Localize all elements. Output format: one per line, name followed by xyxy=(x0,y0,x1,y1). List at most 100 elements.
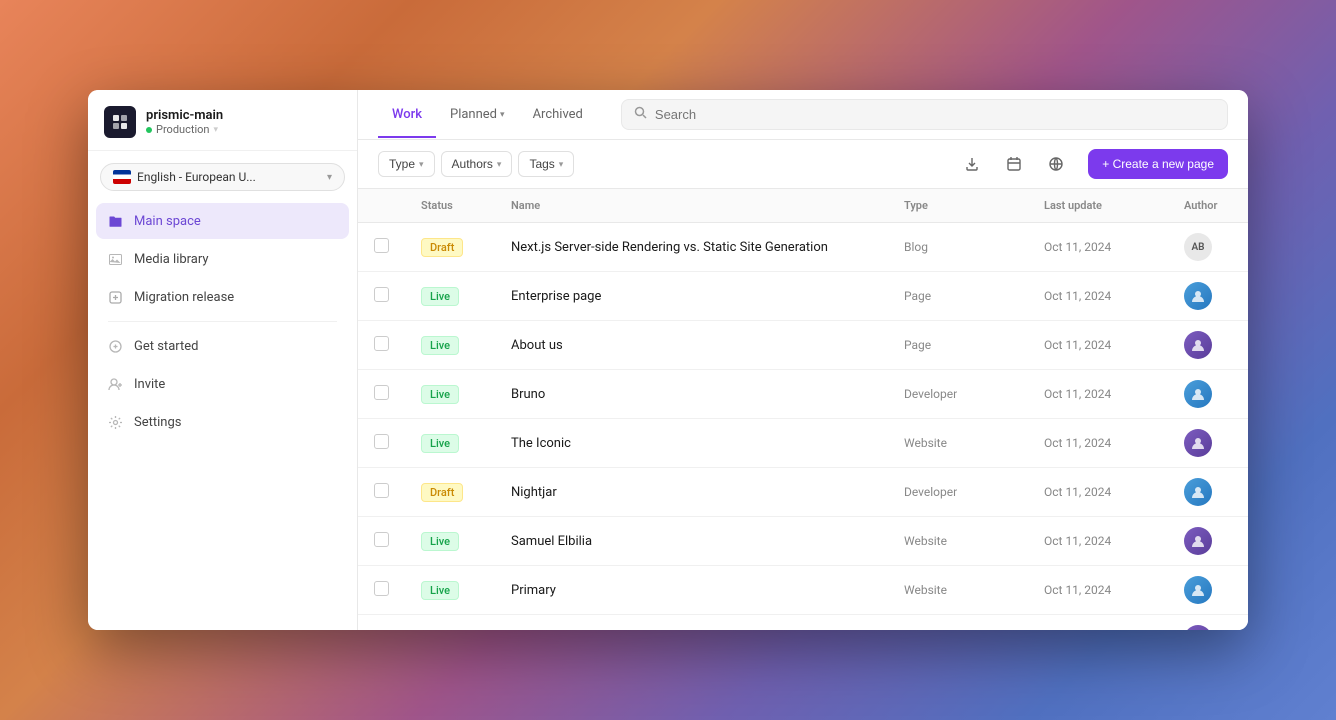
row-checkbox[interactable] xyxy=(374,385,389,400)
box-icon xyxy=(106,288,124,306)
app-window: prismic-main Production ▾ English - Euro… xyxy=(88,90,1248,630)
status-badge: Live xyxy=(421,287,459,306)
sidebar-item-label: Settings xyxy=(134,415,181,430)
sidebar-item-get-started[interactable]: Get started xyxy=(96,328,349,364)
workspace-name: prismic-main xyxy=(146,108,223,123)
status-badge: Live xyxy=(421,434,459,453)
calendar-icon[interactable] xyxy=(998,148,1030,180)
flag-icon xyxy=(113,170,131,184)
name-cell[interactable]: The Iconic xyxy=(495,419,888,468)
author-cell xyxy=(1168,370,1248,419)
name-cell[interactable]: About us xyxy=(495,321,888,370)
avatar xyxy=(1184,478,1212,506)
row-checkbox-cell xyxy=(358,468,405,517)
name-cell[interactable]: Primary xyxy=(495,566,888,615)
avatar xyxy=(1184,625,1212,630)
sidebar-item-settings[interactable]: Settings xyxy=(96,404,349,440)
row-checkbox-cell xyxy=(358,321,405,370)
language-selector[interactable]: English - European U... ▾ xyxy=(100,163,345,191)
gear-icon xyxy=(106,413,124,431)
type-cell: Page xyxy=(888,321,1028,370)
date-cell: Oct 11, 2024 xyxy=(1028,566,1168,615)
tags-filter[interactable]: Tags ▾ xyxy=(518,151,574,177)
status-badge: Draft xyxy=(421,238,463,257)
table-row: LiveAbout usPageOct 11, 2024 xyxy=(358,321,1248,370)
sidebar-item-label: Get started xyxy=(134,339,198,354)
date-cell: Oct 11, 2024 xyxy=(1028,370,1168,419)
status-column-header: Status xyxy=(405,189,495,223)
date-cell: Oct 11, 2024 xyxy=(1028,419,1168,468)
row-checkbox[interactable] xyxy=(374,483,389,498)
name-column-header: Name xyxy=(495,189,888,223)
sidebar-item-main-space[interactable]: Main space xyxy=(96,203,349,239)
status-badge: Live xyxy=(421,532,459,551)
row-checkbox[interactable] xyxy=(374,581,389,596)
name-cell[interactable]: Next.js Server-side Rendering vs. Static… xyxy=(495,223,888,272)
sidebar-item-migration-release[interactable]: Migration release xyxy=(96,279,349,315)
avatar xyxy=(1184,380,1212,408)
row-checkbox-cell xyxy=(358,272,405,321)
sidebar-header: prismic-main Production ▾ xyxy=(88,90,357,151)
author-cell xyxy=(1168,419,1248,468)
status-indicator xyxy=(146,127,152,133)
status-cell: Live xyxy=(405,517,495,566)
sidebar-item-media-library[interactable]: Media library xyxy=(96,241,349,277)
tab-planned[interactable]: Planned ▾ xyxy=(436,93,519,138)
type-cell: Developer xyxy=(888,370,1028,419)
name-cell[interactable]: Enterprise page xyxy=(495,272,888,321)
row-checkbox[interactable] xyxy=(374,287,389,302)
language-label: English - European U... xyxy=(137,170,321,184)
table-row: LiveSamuel ElbiliaWebsiteOct 11, 2024 xyxy=(358,517,1248,566)
search-bar[interactable] xyxy=(621,99,1228,130)
row-checkbox-cell xyxy=(358,370,405,419)
sidebar-item-label: Migration release xyxy=(134,290,234,305)
status-text: Production xyxy=(156,123,209,136)
row-checkbox-cell xyxy=(358,223,405,272)
avatar xyxy=(1184,576,1212,604)
date-cell: Oct 11, 2024 xyxy=(1028,272,1168,321)
avatar xyxy=(1184,331,1212,359)
sidebar-item-invite[interactable]: Invite xyxy=(96,366,349,402)
table-row: LiveBrunoDeveloperOct 11, 2024 xyxy=(358,370,1248,419)
type-filter[interactable]: Type ▾ xyxy=(378,151,435,177)
tab-work[interactable]: Work xyxy=(378,93,436,138)
type-cell: Blog xyxy=(888,223,1028,272)
export-icon[interactable] xyxy=(956,148,988,180)
tab-archived[interactable]: Archived xyxy=(519,93,597,138)
row-checkbox[interactable] xyxy=(374,434,389,449)
table-row: LiveThe IconicWebsiteOct 11, 2024 xyxy=(358,419,1248,468)
row-checkbox-cell xyxy=(358,419,405,468)
type-filter-label: Type xyxy=(389,157,415,171)
search-icon xyxy=(634,106,647,123)
table-row: LivePrimaryWebsiteOct 11, 2024 xyxy=(358,566,1248,615)
name-cell[interactable]: Bruno xyxy=(495,370,888,419)
date-cell: Oct 11, 2024 xyxy=(1028,517,1168,566)
search-input[interactable] xyxy=(655,107,1215,122)
date-cell: Oct 11, 2024 xyxy=(1028,615,1168,631)
status-cell: Live xyxy=(405,615,495,631)
type-cell: Page xyxy=(888,272,1028,321)
workspace-info: prismic-main Production ▾ xyxy=(146,108,223,136)
name-cell[interactable]: Samuel Elbilia xyxy=(495,517,888,566)
row-checkbox[interactable] xyxy=(374,630,389,631)
authors-filter[interactable]: Authors ▾ xyxy=(441,151,513,177)
table-row: LivePitchyWebsiteOct 11, 2024 xyxy=(358,615,1248,631)
chevron-down-icon: ▾ xyxy=(559,159,564,170)
status-cell: Live xyxy=(405,566,495,615)
row-checkbox[interactable] xyxy=(374,336,389,351)
name-cell[interactable]: Pitchy xyxy=(495,615,888,631)
globe-icon[interactable] xyxy=(1040,148,1072,180)
image-icon xyxy=(106,250,124,268)
circle-icon xyxy=(106,337,124,355)
row-checkbox-cell xyxy=(358,517,405,566)
sidebar-item-label: Main space xyxy=(134,214,201,229)
name-cell[interactable]: Nightjar xyxy=(495,468,888,517)
avatar xyxy=(1184,429,1212,457)
create-page-button[interactable]: + Create a new page xyxy=(1088,149,1228,179)
status-badge: Live xyxy=(421,581,459,600)
row-checkbox[interactable] xyxy=(374,532,389,547)
row-checkbox-cell xyxy=(358,566,405,615)
author-column-header: Author xyxy=(1168,189,1248,223)
type-cell: Website xyxy=(888,615,1028,631)
row-checkbox[interactable] xyxy=(374,238,389,253)
